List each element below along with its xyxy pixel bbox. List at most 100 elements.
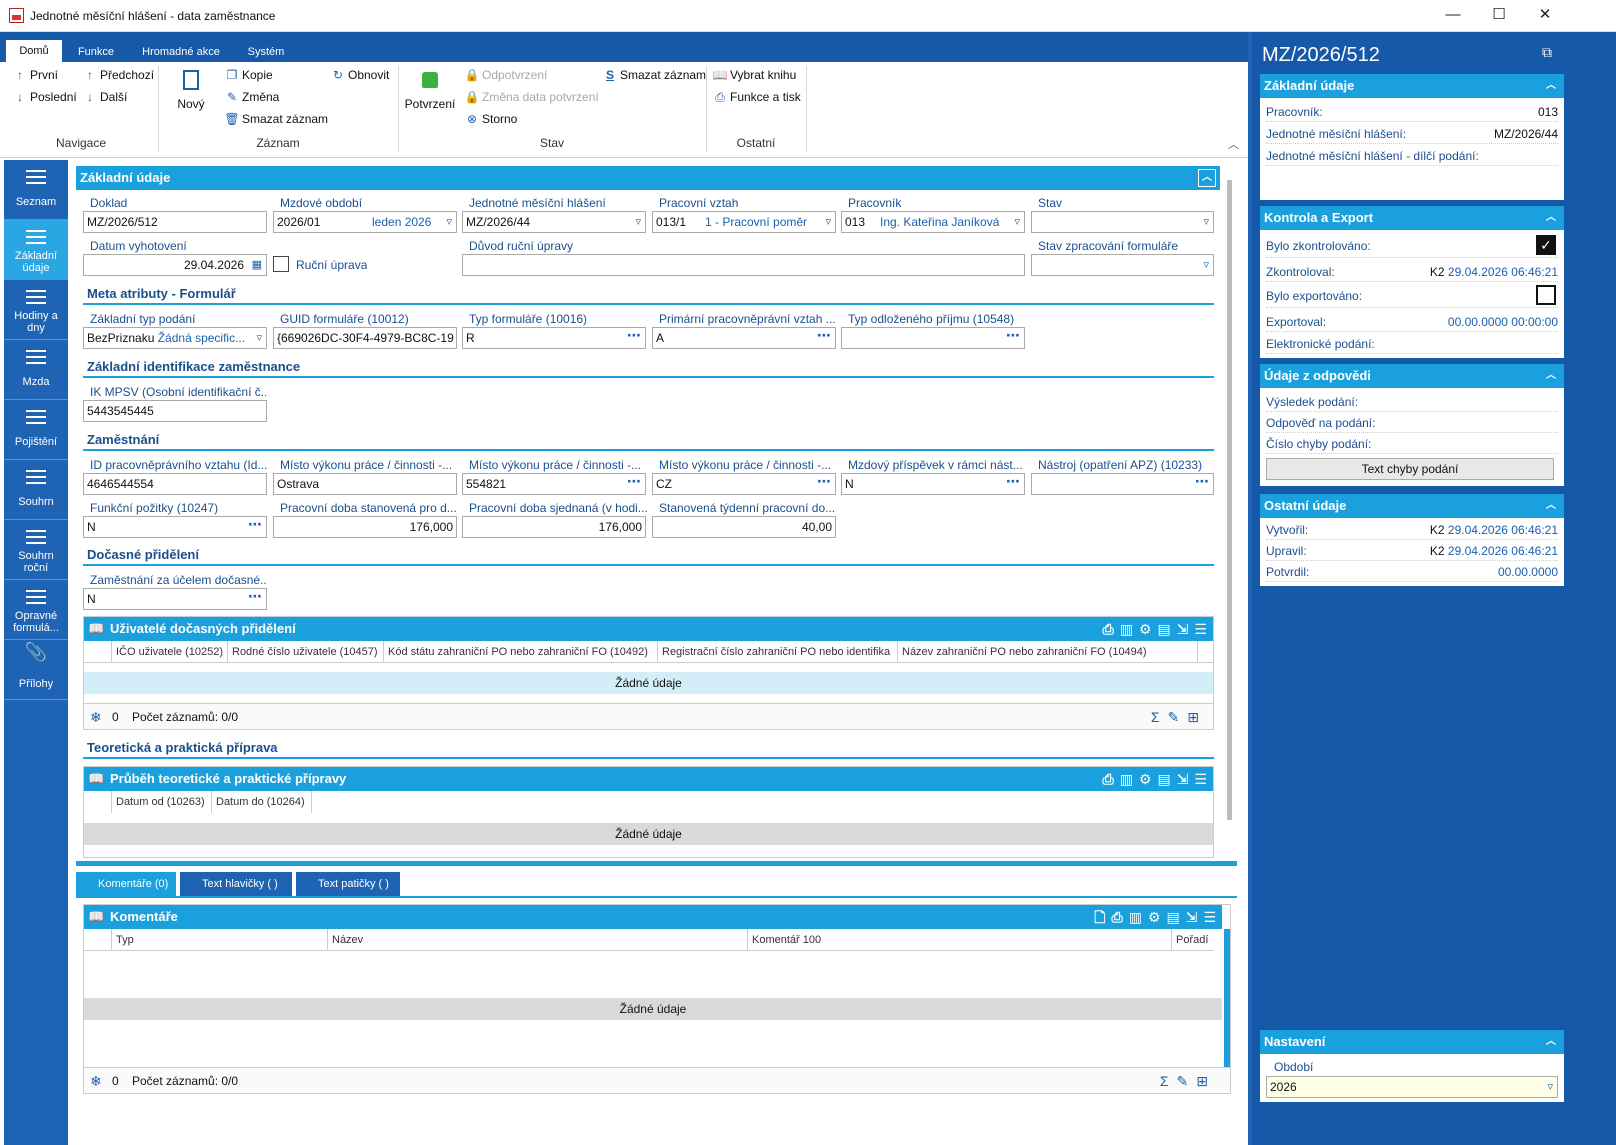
exportovano-checkbox[interactable] xyxy=(1536,285,1556,305)
ellipsis-icon[interactable]: ⋯ xyxy=(1195,474,1209,491)
grid-footer-icons[interactable]: Σ✎⊞ xyxy=(1151,704,1207,730)
guid-field[interactable]: {669026DC-30F4-4979-BC8C-19 xyxy=(273,327,457,349)
tab-domu[interactable]: Domů xyxy=(6,40,62,62)
new-button[interactable]: Nový xyxy=(174,70,208,120)
first-button[interactable]: ↑ První xyxy=(12,67,58,83)
collapse-icon[interactable]: ︿ xyxy=(1198,169,1216,187)
column-header[interactable]: Komentář 100 xyxy=(748,929,1172,951)
splitter[interactable] xyxy=(76,861,1237,866)
prev-button[interactable]: ↑ Předchozí xyxy=(82,67,154,83)
tab-text-paticky[interactable]: Text patičky ( ) xyxy=(296,872,400,896)
column-header[interactable]: Název zahraniční PO nebo zahraniční FO (… xyxy=(898,641,1198,663)
grid-scrollbar[interactable] xyxy=(1224,929,1230,1069)
stav-zpracovani-field[interactable]: ▿ xyxy=(1031,254,1214,276)
zakladni-typ-podani-field[interactable]: BezPriznaku Žádná specific... ▿ xyxy=(83,327,267,349)
column-header[interactable]: Registrační číslo zahraniční PO nebo ide… xyxy=(658,641,898,663)
misto-vykonu-obec-field[interactable]: Ostrava xyxy=(273,473,457,495)
nav-pojisteni[interactable]: Pojištění xyxy=(4,400,68,460)
grid-footer-icons[interactable]: Σ✎⊞ xyxy=(1160,1068,1216,1094)
ellipsis-icon[interactable]: ⋯ xyxy=(248,589,262,606)
datum-field[interactable]: 29.04.2026 ▦ xyxy=(83,254,267,276)
pracovni-vztah-field[interactable]: 013/1 1 - Pracovní poměr ▿ xyxy=(652,211,836,233)
main-scrollbar[interactable] xyxy=(1227,180,1232,820)
column-header[interactable]: Typ xyxy=(112,929,328,951)
ellipsis-icon[interactable]: ⋯ xyxy=(248,517,262,534)
snowflake-icon[interactable]: ❄ xyxy=(90,704,102,730)
tab-komentare[interactable]: Komentáře (0) xyxy=(76,872,176,896)
collapse-icon[interactable]: ︿ xyxy=(1542,209,1560,227)
select-book-button[interactable]: 📖 Vybrat knihu xyxy=(712,67,797,83)
popout-icon[interactable]: ⧉ xyxy=(1542,44,1552,61)
change-date-button[interactable]: 🔒 Změna data potvrzení xyxy=(464,89,599,105)
nav-seznam[interactable]: Seznam xyxy=(4,160,68,220)
column-header[interactable]: Kód státu zahraniční PO nebo zahraniční … xyxy=(384,641,658,663)
grid-toolbar-icons[interactable]: ⎙▥⚙▤⇲☰ xyxy=(1103,767,1214,791)
collapse-icon[interactable]: ︿ xyxy=(1542,1033,1560,1051)
copy-button[interactable]: ❐ Kopie xyxy=(224,67,273,83)
tab-hromadne-akce[interactable]: Hromadné akce xyxy=(132,42,230,62)
column-header[interactable]: Rodné číslo uživatele (10457) xyxy=(228,641,384,663)
nav-hodiny-a-dny[interactable]: Hodiny a dny xyxy=(4,280,68,340)
primarni-vztah-field[interactable]: A ⋯ xyxy=(652,327,836,349)
tab-funkce[interactable]: Funkce xyxy=(68,42,124,62)
dropdown-icon[interactable]: ▿ xyxy=(1203,212,1209,232)
nav-zakladni-udaje[interactable]: Základní údaje xyxy=(4,220,68,280)
refresh-button[interactable]: ↻ Obnovit xyxy=(330,67,389,83)
collapse-icon[interactable]: ︿ xyxy=(1542,367,1560,385)
tab-text-hlavicky[interactable]: Text hlavičky ( ) xyxy=(180,872,292,896)
misto-vykonu-kod-field[interactable]: 554821 ⋯ xyxy=(462,473,646,495)
text-chyby-button[interactable]: Text chyby podání xyxy=(1266,458,1554,480)
grid-toolbar-icons[interactable]: 🗋⎙▥⚙▤⇲☰ xyxy=(1094,905,1222,929)
change-button[interactable]: ✎ Změna xyxy=(224,89,279,105)
rucni-uprava-checkbox[interactable] xyxy=(273,256,289,272)
minimize-button[interactable]: — xyxy=(1430,0,1476,32)
tab-system[interactable]: Systém xyxy=(236,42,296,62)
pracovnik-field[interactable]: 013 Ing. Kateřina Janíková ▿ xyxy=(841,211,1025,233)
column-header[interactable]: Datum do (10264) xyxy=(212,791,312,813)
pracovni-doba-stanovena-field[interactable]: 176,000 xyxy=(273,516,457,538)
dropdown-icon[interactable]: ▿ xyxy=(256,328,262,348)
nav-opravne-formulare[interactable]: Opravné formulá... xyxy=(4,580,68,640)
nav-souhrn[interactable]: Souhrn xyxy=(4,460,68,520)
dropdown-icon[interactable]: ▿ xyxy=(635,212,641,232)
tydenni-doba-field[interactable]: 40,00 xyxy=(652,516,836,538)
mzdove-obdobi-field[interactable]: 2026/01 leden 2026 ▿ xyxy=(273,211,457,233)
collapse-icon[interactable]: ︿ xyxy=(1542,77,1560,95)
misto-vykonu-stat-field[interactable]: CZ ⋯ xyxy=(652,473,836,495)
doklad-field[interactable]: MZ/2026/512 xyxy=(83,211,267,233)
column-header[interactable]: Název xyxy=(328,929,748,951)
zkontrolovano-checkbox[interactable]: ✓ xyxy=(1536,235,1556,255)
maximize-button[interactable]: ☐ xyxy=(1476,0,1522,32)
ellipsis-icon[interactable]: ⋯ xyxy=(1006,328,1020,345)
calendar-icon[interactable]: ▦ xyxy=(252,255,262,275)
ellipsis-icon[interactable]: ⋯ xyxy=(627,328,641,345)
next-button[interactable]: ↓ Další xyxy=(82,89,127,105)
column-header[interactable]: Pořadí xyxy=(1172,929,1214,951)
ellipsis-icon[interactable]: ⋯ xyxy=(817,328,831,345)
ribbon-collapse-icon[interactable]: ︿ xyxy=(1228,136,1239,152)
nav-mzda[interactable]: Mzda xyxy=(4,340,68,400)
nastroj-apz-field[interactable]: ⋯ xyxy=(1031,473,1214,495)
print-button[interactable]: ⎙ Funkce a tisk xyxy=(712,89,801,105)
typ-odlozeneho-prijmu-field[interactable]: ⋯ xyxy=(841,327,1025,349)
storno-button[interactable]: ⊗ Storno xyxy=(464,111,517,127)
dropdown-icon[interactable]: ▿ xyxy=(1014,212,1020,232)
last-button[interactable]: ↓ Poslední xyxy=(12,89,77,105)
ellipsis-icon[interactable]: ⋯ xyxy=(1006,474,1020,491)
mzdovy-prispevek-field[interactable]: N ⋯ xyxy=(841,473,1025,495)
column-header[interactable]: IČO uživatele (10252) xyxy=(112,641,228,663)
dropdown-icon[interactable]: ▿ xyxy=(446,212,452,232)
confirm-button[interactable]: Potvrzení xyxy=(404,72,456,122)
dropdown-icon[interactable]: ▿ xyxy=(1547,1077,1553,1097)
snowflake-icon[interactable]: ❄ xyxy=(90,1068,102,1094)
pracovni-doba-sjednana-field[interactable]: 176,000 xyxy=(462,516,646,538)
unconfirm-button[interactable]: 🔒 Odpotvrzení xyxy=(464,67,548,83)
dropdown-icon[interactable]: ▿ xyxy=(1203,255,1209,275)
obdobi-field[interactable]: 2026 ▿ xyxy=(1266,1076,1558,1098)
funkcni-pozitky-field[interactable]: N ⋯ xyxy=(83,516,267,538)
dropdown-icon[interactable]: ▿ xyxy=(825,212,831,232)
typ-formulare-field[interactable]: R ⋯ xyxy=(462,327,646,349)
collapse-icon[interactable]: ︿ xyxy=(1542,497,1560,515)
ellipsis-icon[interactable]: ⋯ xyxy=(817,474,831,491)
ellipsis-icon[interactable]: ⋯ xyxy=(627,474,641,491)
